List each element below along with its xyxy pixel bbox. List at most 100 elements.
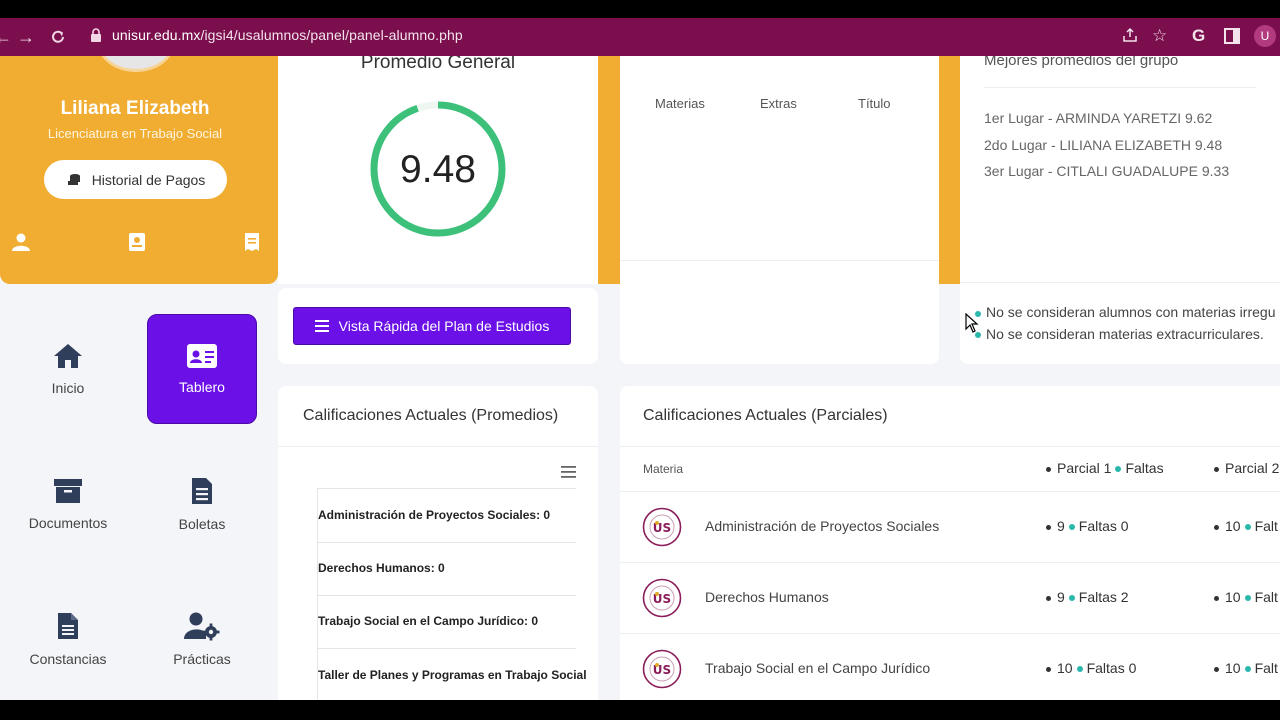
column-parcial-2: Parcial 2: [1214, 460, 1279, 476]
payment-history-button[interactable]: Historial de Pagos: [44, 160, 227, 199]
bullet-dot: [1046, 595, 1051, 601]
rank-third: 3er Lugar - CITLALI GUADALUPE 9.33: [984, 163, 1230, 179]
contact-card-icon[interactable]: [127, 232, 147, 252]
column-parcial-1: Parcial 1 Faltas: [1046, 460, 1164, 476]
bullet-dot: [1214, 595, 1219, 601]
average-item: Trabajo Social en el Campo Jurídico: 0: [318, 614, 539, 628]
university-logo-icon: US: [642, 578, 682, 618]
orange-strip: [939, 56, 960, 284]
avatar: [98, 56, 174, 72]
divider: [620, 260, 939, 261]
reload-icon[interactable]: [49, 28, 67, 46]
chart-menu-icon[interactable]: [561, 466, 576, 478]
home-icon: [54, 344, 82, 368]
bullet-dot: [1244, 666, 1251, 673]
table-row-parcial-1: 9 Faltas 0: [1046, 518, 1129, 534]
divider: [960, 282, 1280, 283]
bullet-dot: [1046, 666, 1051, 672]
averages-card: [278, 386, 598, 700]
forward-icon[interactable]: →: [17, 27, 35, 48]
mouse-cursor-icon: [965, 313, 979, 333]
absences-value: Falt: [1254, 660, 1278, 676]
menu-practicas-label: Prácticas: [173, 651, 231, 667]
study-plan-quick-view-button[interactable]: Vista Rápida del Plan de Estudios: [293, 307, 571, 345]
general-average-title: Promedio General: [360, 56, 516, 73]
browser-toolbar: ← → unisur.edu.mx/igsi4/usalumnos/panel/…: [0, 18, 1280, 56]
list-icon: [314, 320, 329, 332]
grade-value: 10: [1225, 518, 1241, 534]
table-row-subject: Derechos Humanos: [705, 589, 829, 605]
student-career: Licenciatura en Trabajo Social: [47, 126, 223, 141]
menu-boletas[interactable]: Boletas: [147, 449, 257, 559]
table-row-parcial-2: 10 Falt: [1214, 518, 1278, 534]
divider: [984, 87, 1256, 88]
back-icon[interactable]: ←: [0, 27, 12, 48]
bullet-dot: [1068, 524, 1075, 531]
general-average-value: 9.48: [400, 148, 476, 191]
best-averages-title: Mejores promedios del grupo: [984, 56, 1179, 69]
divider: [620, 633, 1280, 634]
column-materia: Materia: [643, 462, 684, 476]
menu-constancias[interactable]: Constancias: [13, 584, 123, 694]
user-gear-icon: [184, 612, 220, 641]
partials-card: [620, 386, 1280, 700]
bullet-dot: [1076, 666, 1083, 673]
url-host: unisur.edu.mx: [112, 27, 201, 43]
grade-value: 10: [1225, 660, 1241, 676]
bullet-dot: [1214, 524, 1219, 530]
orange-strip: [598, 56, 620, 284]
table-row-parcial-2: 10 Falt: [1214, 660, 1278, 676]
column-titulo: Título: [858, 96, 891, 111]
grade-value: 9: [1057, 589, 1065, 605]
university-logo-icon: US: [642, 649, 682, 689]
average-item: Derechos Humanos: 0: [318, 561, 445, 575]
grammarly-extension-icon[interactable]: G: [1192, 26, 1205, 46]
student-name: Liliana Elizabeth: [60, 98, 210, 119]
university-logo-icon: US: [642, 507, 682, 547]
browser-profile-avatar[interactable]: U: [1254, 25, 1276, 47]
user-icon[interactable]: [11, 232, 31, 252]
grade-value: 10: [1225, 589, 1241, 605]
bullet-dot: [1244, 595, 1251, 602]
id-card-icon: [187, 344, 217, 368]
menu-tablero[interactable]: Tablero: [147, 314, 257, 424]
bullet-dot: [1068, 595, 1075, 602]
archive-box-icon: [54, 479, 82, 503]
menu-documentos[interactable]: Documentos: [13, 449, 123, 559]
address-bar[interactable]: unisur.edu.mx/igsi4/usalumnos/panel/pane…: [112, 27, 463, 43]
absences-value: Faltas 2: [1078, 589, 1129, 605]
absences-value: Falt: [1254, 518, 1278, 534]
column-parcial-2-label: Parcial 2: [1225, 460, 1280, 476]
bullet-dot: [1214, 466, 1219, 472]
divider: [318, 488, 576, 489]
sidebar-toggle-icon[interactable]: [1224, 28, 1240, 44]
bullet-dot: [1244, 524, 1251, 531]
divider: [620, 491, 1280, 492]
table-row-subject: Trabajo Social en el Campo Jurídico: [705, 660, 931, 676]
absences-value: Faltas 0: [1078, 518, 1129, 534]
divider: [318, 542, 576, 543]
grade-value: 9: [1057, 518, 1065, 534]
receipt-icon[interactable]: [242, 232, 262, 252]
menu-practicas[interactable]: Prácticas: [147, 584, 257, 694]
share-icon[interactable]: [1121, 26, 1139, 44]
table-row-parcial-1: 9 Faltas 2: [1046, 589, 1129, 605]
rank-second: 2do Lugar - LILIANA ELIZABETH 9.48: [984, 137, 1223, 153]
divider: [318, 595, 576, 596]
menu-inicio[interactable]: Inicio: [13, 314, 123, 424]
note-irregular-students: No se consideran alumnos con materias ir…: [986, 304, 1276, 320]
url-path: /igsi4/usalumnos/panel/panel-alumno.php: [200, 27, 463, 43]
menu-documentos-label: Documentos: [28, 515, 108, 531]
partials-card-title: Calificaciones Actuales (Parciales): [643, 407, 888, 424]
table-row-parcial-1: 10 Faltas 0: [1046, 660, 1136, 676]
bullet-dot: [1046, 466, 1051, 472]
lock-icon: [91, 28, 101, 42]
column-parcial-1-label: Parcial 1: [1057, 460, 1112, 476]
divider: [318, 648, 576, 649]
absences-value: Faltas 0: [1086, 660, 1137, 676]
bookmark-star-icon[interactable]: ☆: [1152, 26, 1167, 46]
column-faltas-label: Faltas: [1125, 460, 1164, 476]
bullet-dot: [1115, 466, 1122, 473]
study-plan-button-label: Vista Rápida del Plan de Estudios: [338, 318, 550, 334]
menu-tablero-label: Tablero: [179, 379, 225, 395]
